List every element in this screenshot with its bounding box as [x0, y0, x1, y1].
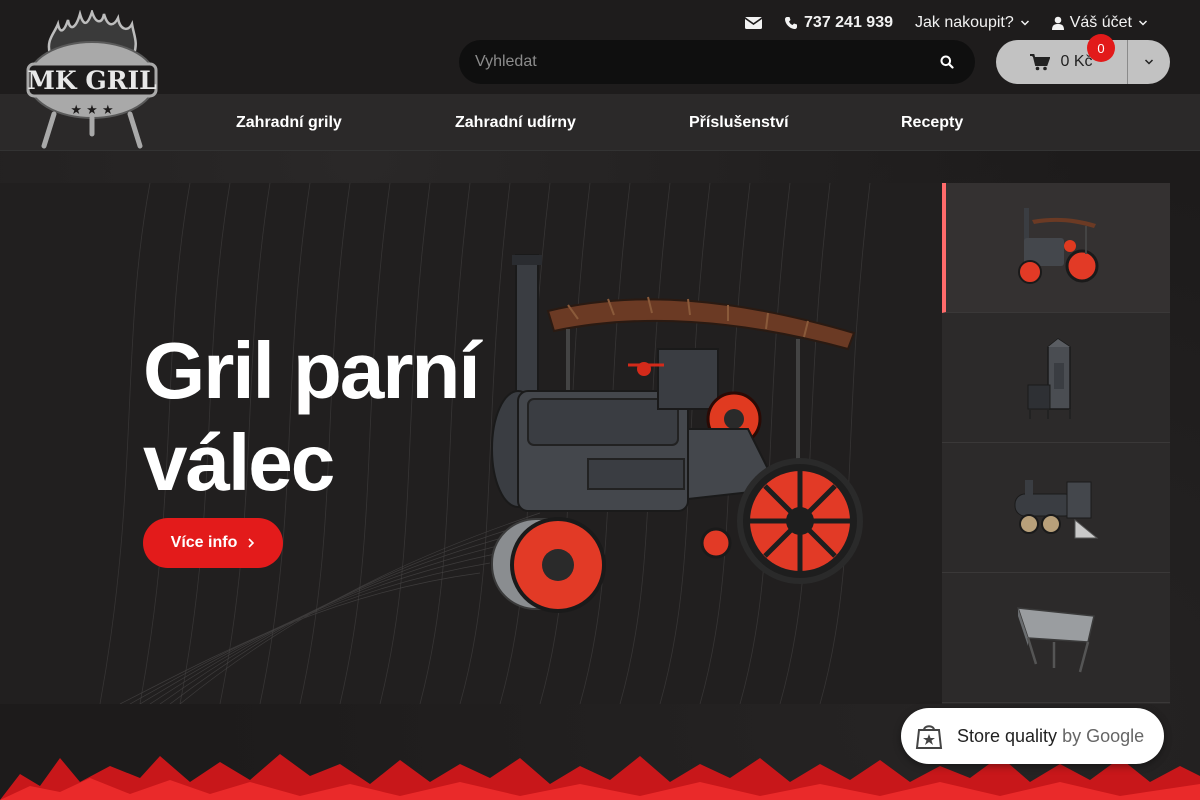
- thumbnail-smoker-tower[interactable]: [942, 313, 1170, 443]
- cart-count-badge: 0: [1087, 34, 1115, 62]
- cart-total: 0 Kč: [1060, 53, 1093, 70]
- chevron-down-icon: [1020, 20, 1029, 26]
- site-logo[interactable]: MK GRIL ★ ★ ★: [24, 8, 160, 150]
- by-google-label: by Google: [1062, 725, 1145, 746]
- nav-item-zahradni-udirny[interactable]: Zahradní udírny: [455, 94, 576, 151]
- google-store-quality-badge[interactable]: Store quality by Google: [901, 708, 1164, 764]
- email-link[interactable]: [745, 16, 763, 30]
- how-to-buy-menu[interactable]: Jak nakoupit?: [915, 14, 1030, 32]
- nav-item-recepty[interactable]: Recepty: [901, 94, 963, 151]
- trough-grill-thumbnail: [1016, 606, 1095, 672]
- svg-text:MK GRIL: MK GRIL: [27, 66, 157, 95]
- header: 737 241 939 Jak nakoupit? Váš účet Vyhle…: [0, 0, 1200, 94]
- user-icon: [1051, 16, 1064, 30]
- envelope-icon: [745, 17, 763, 29]
- chevron-down-icon: [1138, 20, 1148, 26]
- search-button[interactable]: [935, 50, 959, 74]
- phone-link[interactable]: 737 241 939: [784, 14, 893, 32]
- chevron-down-icon: [1144, 59, 1154, 65]
- chevron-right-icon: [248, 538, 255, 548]
- search-bar: [459, 40, 975, 84]
- thumbnail-steam-roller[interactable]: [942, 183, 1170, 313]
- search-input[interactable]: [475, 53, 935, 71]
- nav-item-zahradni-grily[interactable]: Zahradní grily: [236, 94, 342, 151]
- hero-banner: Gril parní válec Více info: [0, 183, 942, 704]
- top-links: 737 241 939 Jak nakoupit? Váš účet: [745, 12, 1148, 34]
- account-menu[interactable]: Váš účet: [1051, 14, 1148, 32]
- nav-item-prislusenstvi[interactable]: Příslušenství: [689, 94, 789, 151]
- cart-widget: 0 Kč: [996, 40, 1170, 84]
- cart-dropdown-toggle[interactable]: [1128, 40, 1170, 84]
- steam-roller-thumbnail: [1018, 207, 1099, 284]
- smoker-tower-thumbnail: [1027, 337, 1071, 419]
- shopping-bag-icon: [915, 725, 943, 749]
- how-to-buy-label: Jak nakoupit?: [915, 14, 1014, 31]
- main-navigation: Zahradní grily Zahradní udírny Příslušen…: [0, 94, 1200, 151]
- cart-icon: [1030, 53, 1051, 70]
- phone-number: 737 241 939: [804, 14, 893, 31]
- locomotive-thumbnail: [1014, 479, 1099, 538]
- steam-roller-grill-image: [491, 254, 863, 613]
- account-label: Váš účet: [1069, 14, 1132, 31]
- store-quality-label: Store quality: [957, 725, 1058, 746]
- more-info-button[interactable]: Více info: [143, 518, 283, 568]
- search-icon: [940, 55, 954, 69]
- thumbnail-trough-grill[interactable]: [942, 573, 1170, 703]
- thumbnail-locomotive[interactable]: [942, 443, 1170, 573]
- phone-icon: [785, 17, 798, 29]
- more-info-label: Více info: [170, 534, 238, 551]
- product-thumbnail-list: [942, 183, 1170, 704]
- logo-graphic: MK GRIL ★ ★ ★: [26, 8, 158, 149]
